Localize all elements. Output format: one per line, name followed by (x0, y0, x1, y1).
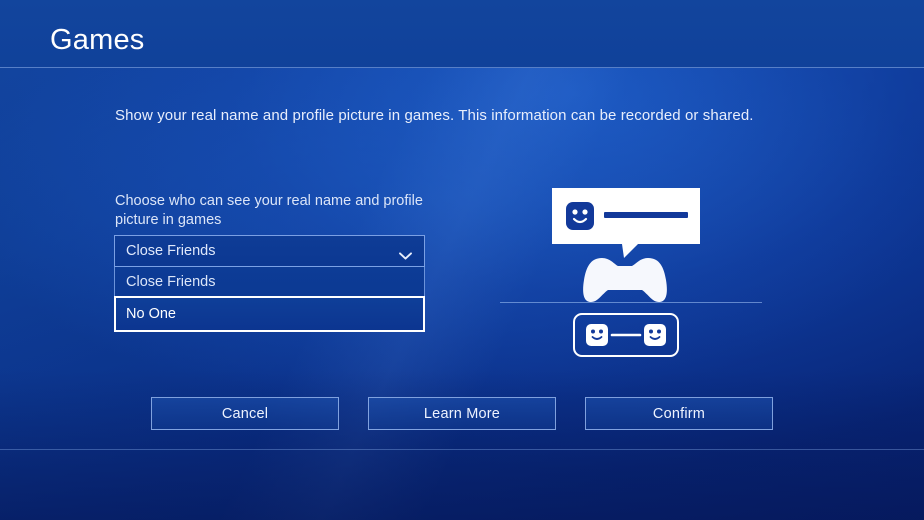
two-connected-smiley-faces-icon (573, 313, 679, 357)
chevron-down-icon[interactable] (399, 247, 412, 260)
confirm-button[interactable]: Confirm (585, 397, 773, 430)
select-options-list[interactable]: Close Friends No One (114, 267, 425, 332)
speech-bubble-with-profile-icon (552, 188, 700, 258)
select-closed-row[interactable]: Close Friends (114, 235, 425, 267)
select-option-no-one[interactable]: No One (114, 296, 425, 332)
select-field-label: Choose who can see your real name and pr… (115, 193, 423, 228)
privacy-illustration (490, 180, 780, 365)
select-option-close-friends[interactable]: Close Friends (115, 267, 424, 297)
visibility-select[interactable]: Close Friends Close Friends No One (114, 235, 425, 332)
cancel-button[interactable]: Cancel (151, 397, 339, 430)
footer-bar: Enter Back OPTIONS Health / Privacy / Te… (0, 450, 924, 520)
page-header: Games (0, 0, 924, 68)
page-description: Show your real name and profile picture … (115, 107, 754, 124)
header-divider (0, 67, 924, 68)
smiley-face-icon (566, 202, 594, 230)
select-selected-value: Close Friends (126, 243, 216, 259)
name-redaction-bar-icon (604, 212, 688, 218)
illustration-graphic (500, 188, 762, 357)
page-title: Games (50, 24, 145, 56)
game-controller-icon (583, 258, 667, 302)
learn-more-button[interactable]: Learn More (368, 397, 556, 430)
